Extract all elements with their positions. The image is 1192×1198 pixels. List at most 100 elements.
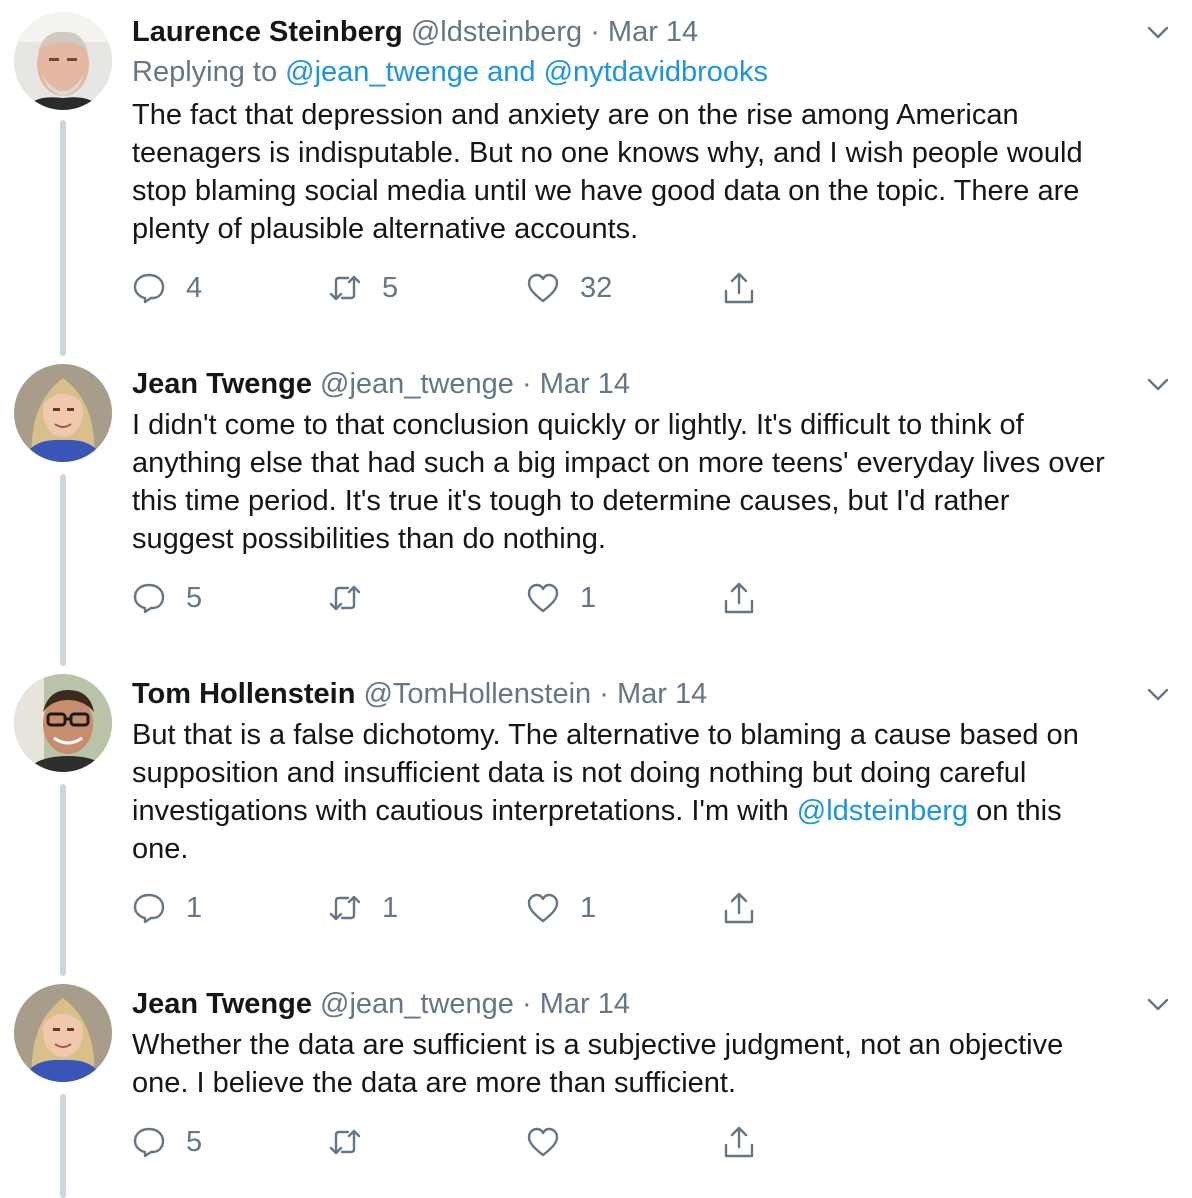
tweet-text-line: supposition and insufficient data is not… xyxy=(132,757,1027,789)
reply-count: 4 xyxy=(186,271,203,304)
share-icon xyxy=(724,1126,754,1158)
author-handle[interactable]: @jean_twenge xyxy=(320,368,514,400)
tweet-text-segment: on this xyxy=(968,795,1062,827)
thread-connector xyxy=(60,474,66,666)
tweet-text-line: I didn't come to that conclusion quickly… xyxy=(132,409,1024,441)
tweet-text: I didn't come to that conclusion quickly… xyxy=(132,406,1168,558)
separator: · xyxy=(522,988,532,1020)
tweet-thread: Laurence Steinberg @ldsteinberg · Mar 14… xyxy=(0,0,1192,1198)
share-button[interactable] xyxy=(722,1122,776,1162)
tweet-header: Tom Hollenstein @TomHollenstein · Mar 14 xyxy=(132,674,707,714)
heart-icon xyxy=(527,893,559,923)
replying-to-link[interactable]: @jean_twenge and @nytdavidbrooks xyxy=(285,56,768,88)
tweet-text: But that is a false dichotomy. The alter… xyxy=(132,716,1168,868)
retweet-button[interactable]: 1 xyxy=(328,888,398,928)
tweet-header: Jean Twenge @jean_twenge · Mar 14 xyxy=(132,364,630,404)
tweet-text: The fact that depression and anxiety are… xyxy=(132,96,1168,248)
like-button[interactable]: 32 xyxy=(526,268,612,308)
thread-connector xyxy=(60,1094,66,1198)
like-button[interactable]: 1 xyxy=(526,578,596,618)
tweet-text-segment: investigations with cautious interpretat… xyxy=(132,795,797,827)
separator: · xyxy=(522,368,532,400)
share-button[interactable] xyxy=(722,268,776,308)
thread-connector xyxy=(60,120,66,356)
retweet-count: 5 xyxy=(382,271,399,304)
tweet-text-line: investigations with cautious interpretat… xyxy=(132,792,1168,830)
tweet-text-line: suggest possibilities than do nothing. xyxy=(132,523,606,555)
tweet-text-line: But that is a false dichotomy. The alter… xyxy=(132,719,1079,751)
tweet-text-line: one. I believe the data are more than su… xyxy=(132,1067,737,1099)
retweet-icon xyxy=(329,895,361,921)
share-icon xyxy=(724,892,754,924)
author-handle[interactable]: @jean_twenge xyxy=(320,988,514,1020)
mention-link[interactable]: @ldsteinberg xyxy=(797,795,968,827)
tweet-date[interactable]: Mar 14 xyxy=(617,678,707,710)
replying-to: Replying to @jean_twenge and @nytdavidbr… xyxy=(132,54,768,90)
reply-button[interactable]: 4 xyxy=(132,268,202,308)
retweet-icon xyxy=(329,585,361,611)
tweet-text-line: stop blaming social media until we have … xyxy=(132,175,1080,207)
reply-count: 5 xyxy=(186,581,203,614)
avatar[interactable] xyxy=(14,12,112,110)
tweet-text-line: anything else that had such a big impact… xyxy=(132,447,1105,479)
reply-icon xyxy=(133,1127,165,1158)
heart-icon xyxy=(527,583,559,613)
separator: · xyxy=(599,678,609,710)
like-count: 32 xyxy=(580,271,613,304)
share-icon xyxy=(724,272,754,304)
like-button[interactable] xyxy=(526,1122,580,1162)
reply-count: 5 xyxy=(186,1125,203,1158)
author-name[interactable]: Jean Twenge xyxy=(132,368,312,400)
retweet-button[interactable] xyxy=(328,578,382,618)
retweet-count: 1 xyxy=(382,891,399,924)
retweet-button[interactable] xyxy=(328,1122,382,1162)
author-name[interactable]: Jean Twenge xyxy=(132,988,312,1020)
tweet-date[interactable]: Mar 14 xyxy=(540,368,630,400)
author-handle[interactable]: @TomHollenstein xyxy=(363,678,591,710)
like-count: 1 xyxy=(580,891,597,924)
tweet-text-line: this time period. It's true it's tough t… xyxy=(132,485,1010,517)
tweet-date[interactable]: Mar 14 xyxy=(608,16,698,48)
reply-button[interactable]: 1 xyxy=(132,888,202,928)
author-name[interactable]: Laurence Steinberg xyxy=(132,16,403,48)
reply-button[interactable]: 5 xyxy=(132,578,202,618)
avatar[interactable] xyxy=(14,364,112,462)
reply-count: 1 xyxy=(186,891,203,924)
share-button[interactable] xyxy=(722,578,776,618)
avatar[interactable] xyxy=(14,984,112,1082)
chevron-down-icon[interactable] xyxy=(1144,680,1172,708)
share-button[interactable] xyxy=(722,888,776,928)
retweet-button[interactable]: 5 xyxy=(328,268,398,308)
chevron-down-icon[interactable] xyxy=(1144,370,1172,398)
author-handle[interactable]: @ldsteinberg xyxy=(411,16,582,48)
tweet-text: Whether the data are sufficient is a sub… xyxy=(132,1026,1168,1102)
tweet-text-line: plenty of plausible alternative accounts… xyxy=(132,213,639,245)
share-icon xyxy=(724,582,754,614)
heart-icon xyxy=(527,273,559,303)
tweet-actions: 4 5 32 xyxy=(132,268,772,308)
chevron-down-icon[interactable] xyxy=(1144,990,1172,1018)
tweet-actions: 5 xyxy=(132,1122,772,1162)
tweet-actions: 1 1 1 xyxy=(132,888,772,928)
like-count: 1 xyxy=(580,581,597,614)
tweet-header: Laurence Steinberg @ldsteinberg · Mar 14 xyxy=(132,12,698,52)
avatar[interactable] xyxy=(14,674,112,772)
tweet-text-line: teenagers is indisputable. But no one kn… xyxy=(132,137,1083,169)
tweet-header: Jean Twenge @jean_twenge · Mar 14 xyxy=(132,984,630,1024)
like-button[interactable]: 1 xyxy=(526,888,596,928)
reply-button[interactable]: 5 xyxy=(132,1122,202,1162)
reply-icon xyxy=(133,273,165,304)
reply-icon xyxy=(133,893,165,924)
author-name[interactable]: Tom Hollenstein xyxy=(132,678,355,710)
separator: · xyxy=(590,16,600,48)
reply-icon xyxy=(133,583,165,614)
tweet-date[interactable]: Mar 14 xyxy=(540,988,630,1020)
tweet-text-line: Whether the data are sufficient is a sub… xyxy=(132,1029,1064,1061)
chevron-down-icon[interactable] xyxy=(1144,18,1172,46)
tweet-text-line: one. xyxy=(132,833,189,865)
tweet-actions: 5 1 xyxy=(132,578,772,618)
replying-prefix: Replying to xyxy=(132,56,278,88)
retweet-icon xyxy=(329,275,361,301)
thread-connector xyxy=(60,784,66,976)
retweet-icon xyxy=(329,1129,361,1155)
